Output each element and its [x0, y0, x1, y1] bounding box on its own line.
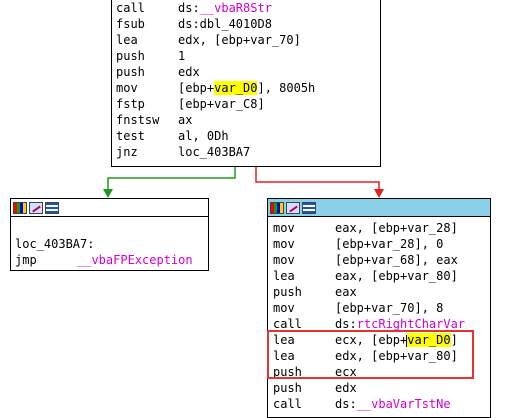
operand: eax [335, 285, 357, 299]
operand: edx [335, 381, 357, 395]
asm-line[interactable]: fnstsw ax [116, 112, 380, 128]
operand: [ebp+var_28], 0 [335, 237, 444, 251]
asm-line[interactable]: mov [ebp+var_D0], 8005h [116, 80, 380, 96]
edit-icon[interactable] [286, 201, 300, 214]
color-palette-icon[interactable] [270, 201, 284, 214]
mnemonic: fstp [116, 97, 145, 111]
operand-prefix: ds: [178, 1, 200, 15]
asm-line[interactable]: mov [ebp+var_68], eax [273, 252, 490, 268]
operand: eax, [ebp+var_28] [335, 221, 458, 235]
mnemonic: mov [273, 237, 295, 251]
mnemonic: call [273, 397, 302, 411]
operand: edx [178, 65, 200, 79]
edge-false-branch [255, 166, 380, 192]
location-label[interactable]: loc_403BA7: [15, 236, 208, 252]
selection-highlight-box [267, 330, 474, 379]
asm-line[interactable]: push eax [273, 284, 490, 300]
edge-true-branch [107, 166, 236, 192]
mnemonic: jmp [15, 253, 37, 267]
operand: [ebp+var_68], eax [335, 253, 458, 267]
asm-line[interactable]: lea edx, [ebp+var_70] [116, 32, 380, 48]
operand[interactable]: loc_403BA7 [178, 145, 250, 159]
asm-line[interactable]: push 1 [116, 48, 380, 64]
operand: [ebp+var_C8] [178, 97, 265, 111]
asm-line[interactable]: mov [ebp+var_70], 8 [273, 300, 490, 316]
code-block-left[interactable]: loc_403BA7: jmp __vbaFPException [10, 198, 209, 271]
operand-prefix: ds: [335, 397, 357, 411]
asm-line[interactable]: mov eax, [ebp+var_28] [273, 220, 490, 236]
code-block-top[interactable]: call ds:__vbaR8Str fsub ds:dbl_4010D8 lea e… [111, 0, 381, 167]
edit-icon[interactable] [29, 201, 43, 214]
mnemonic: mov [273, 301, 295, 315]
function-name[interactable]: __vbaFPException [77, 253, 193, 267]
color-palette-icon[interactable] [13, 201, 27, 214]
edge-true-arrowhead [103, 189, 113, 198]
mnemonic: fnstsw [116, 113, 160, 127]
function-name[interactable]: rtcRightCharVar [357, 317, 465, 331]
edge-false-arrowhead [374, 189, 384, 198]
asm-line[interactable]: jnz loc_403BA7 [116, 144, 380, 160]
code-block-right[interactable]: mov eax, [ebp+var_28] mov [ebp+var_28], 0 … [267, 198, 491, 418]
mnemonic: call [116, 1, 145, 15]
mnemonic: push [273, 285, 302, 299]
mnemonic: push [273, 381, 302, 395]
operand-prefix: ds: [335, 317, 357, 331]
mnemonic: mov [273, 253, 295, 267]
mnemonic: mov [273, 221, 295, 235]
mnemonic: lea [273, 269, 295, 283]
mnemonic: fsub [116, 17, 145, 31]
operand: edx, [ebp+var_70] [178, 33, 301, 47]
mnemonic: jnz [116, 145, 138, 159]
mnemonic: mov [116, 81, 138, 95]
asm-line[interactable]: call ds:__vbaR8Str [116, 0, 380, 16]
asm-line[interactable]: lea eax, [ebp+var_80] [273, 268, 490, 284]
operand-prefix: [ebp+ [178, 81, 215, 95]
asm-line[interactable]: push edx [116, 64, 380, 80]
operand: ax [178, 113, 193, 127]
mnemonic: push [116, 65, 145, 79]
operand-suffix: ], 8005h [257, 81, 316, 95]
block-header [268, 199, 490, 217]
operand: [ebp+var_70], 8 [335, 301, 444, 315]
asm-line[interactable]: jmp __vbaFPException [15, 252, 208, 268]
asm-line[interactable]: fsub ds:dbl_4010D8 [116, 16, 380, 32]
operand: ds:dbl_4010D8 [178, 17, 272, 31]
function-name[interactable]: __vbaR8Str [200, 1, 272, 15]
function-name[interactable]: __vbaVarTstNe [357, 397, 451, 411]
graph-view-icon[interactable] [302, 201, 316, 214]
block-header [11, 199, 208, 217]
asm-line[interactable]: push edx [273, 380, 490, 396]
asm-line[interactable]: mov [ebp+var_28], 0 [273, 236, 490, 252]
mnemonic: lea [116, 33, 138, 47]
operand: al, 0Dh [178, 129, 229, 143]
highlighted-variable[interactable]: var_D0 [214, 81, 258, 95]
graph-view-icon[interactable] [45, 201, 59, 214]
operand: eax, [ebp+var_80] [335, 269, 458, 283]
mnemonic: push [116, 49, 145, 63]
asm-line[interactable]: call ds:__vbaVarTstNe [273, 396, 490, 412]
asm-line[interactable]: test al, 0Dh [116, 128, 380, 144]
asm-line[interactable]: fstp [ebp+var_C8] [116, 96, 380, 112]
operand: 1 [178, 49, 186, 63]
mnemonic: test [116, 129, 145, 143]
